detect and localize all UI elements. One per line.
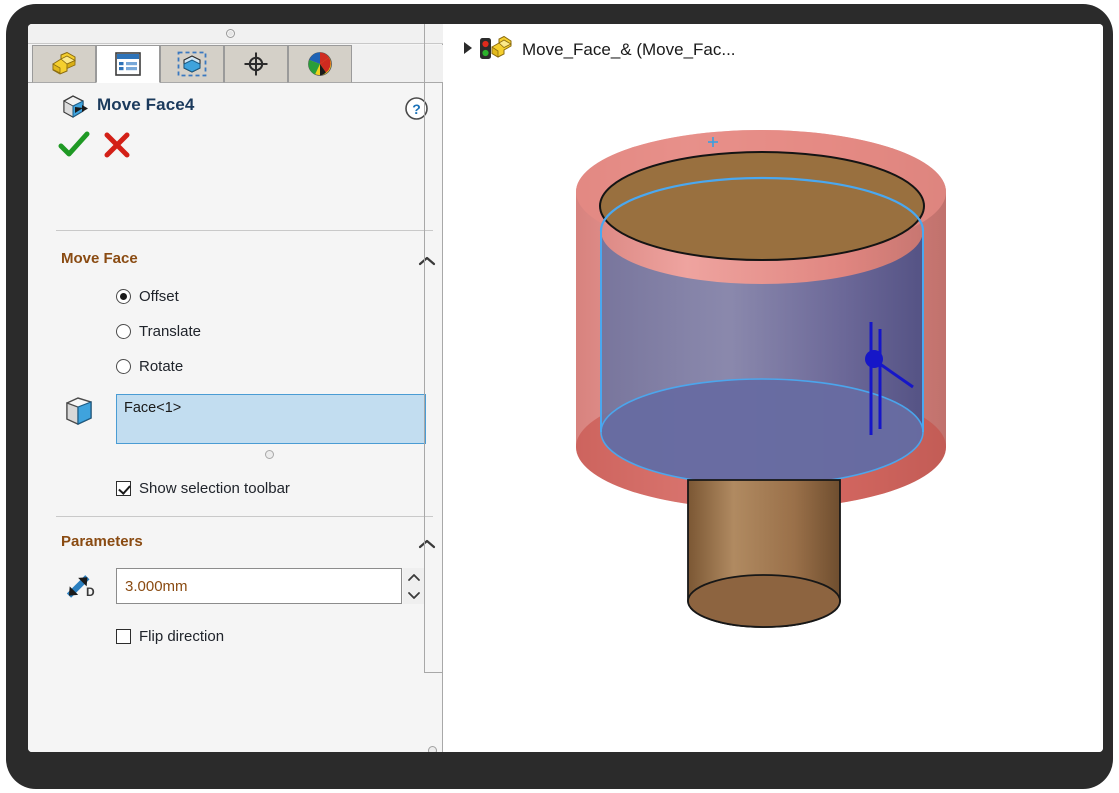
- group-header-parameters[interactable]: Parameters: [28, 529, 442, 559]
- configuration-cube-icon: [177, 51, 207, 77]
- svg-text:?: ?: [412, 101, 421, 117]
- checkbox-show-selection-toolbar[interactable]: Show selection toolbar: [116, 477, 290, 499]
- radio-offset-indicator[interactable]: [116, 288, 131, 304]
- tab-property-manager[interactable]: [96, 45, 160, 83]
- divider: [56, 230, 433, 231]
- radio-translate[interactable]: Translate: [116, 319, 201, 343]
- model-viewport[interactable]: [443, 24, 1103, 752]
- face-cube-icon: [64, 394, 98, 433]
- radio-offset-label: Offset: [139, 287, 179, 305]
- property-manager-panel: Move Face4 ? Move Face Offset Translate …: [28, 24, 443, 752]
- yellow-block-icon: [49, 52, 79, 76]
- tab-feature-manager[interactable]: [32, 45, 96, 83]
- panel-top-splitter[interactable]: [28, 24, 443, 44]
- color-sphere-icon: [307, 51, 333, 77]
- checkbox-flip-direction[interactable]: Flip direction: [116, 625, 224, 647]
- group-title-move-face: Move Face: [61, 250, 138, 267]
- application-canvas: Move Face4 ? Move Face Offset Translate …: [28, 24, 1103, 752]
- page-title: Move Face4: [97, 95, 195, 114]
- spinner-up-icon[interactable]: [403, 568, 425, 586]
- property-manager-actions: [28, 128, 442, 168]
- help-question-icon[interactable]: ?: [404, 96, 429, 126]
- checkbox-flip-direction-box[interactable]: [116, 628, 131, 644]
- radio-rotate-indicator[interactable]: [116, 358, 131, 374]
- radio-rotate-label: Rotate: [139, 357, 184, 375]
- graphics-area[interactable]: Move_Face_& (Move_Fac...: [443, 24, 1103, 752]
- selection-listbox[interactable]: Face<1>: [116, 394, 426, 444]
- window-bezel: Move Face4 ? Move Face Offset Translate …: [6, 4, 1113, 789]
- property-manager-header: Move Face4 ?: [28, 84, 442, 130]
- panel-bottom-fill: [28, 672, 425, 752]
- move-face-icon: [62, 94, 90, 125]
- checkbox-show-selection-toolbar-label: Show selection toolbar: [139, 479, 290, 497]
- distance-spinner[interactable]: [403, 568, 425, 604]
- tab-display-manager[interactable]: [288, 45, 352, 83]
- panel-edge-step: [424, 672, 443, 673]
- distance-input[interactable]: [116, 568, 402, 604]
- svg-text:D: D: [86, 585, 95, 599]
- group-header-move-face[interactable]: Move Face: [28, 246, 442, 276]
- manager-tab-strip: [28, 45, 443, 83]
- chevron-up-icon[interactable]: [418, 254, 436, 272]
- radio-translate-indicator[interactable]: [116, 323, 131, 339]
- ok-button[interactable]: [58, 130, 90, 165]
- checkbox-show-selection-toolbar-box[interactable]: [116, 480, 131, 496]
- selection-resize-handle-icon[interactable]: [265, 450, 274, 459]
- selection-item-face[interactable]: Face<1>: [124, 400, 418, 416]
- group-title-parameters: Parameters: [61, 533, 143, 550]
- spinner-down-icon[interactable]: [403, 586, 425, 604]
- crosshair-target-icon: [242, 51, 270, 77]
- tab-configuration-manager[interactable]: [160, 45, 224, 83]
- distance-d-icon: D: [62, 568, 100, 607]
- checkbox-flip-direction-label: Flip direction: [139, 627, 225, 645]
- property-list-icon: [115, 52, 141, 76]
- radio-rotate[interactable]: Rotate: [116, 354, 183, 378]
- radio-translate-label: Translate: [139, 322, 201, 340]
- chevron-up-icon[interactable]: [418, 537, 436, 555]
- divider: [56, 516, 433, 517]
- model-top-face: [599, 151, 925, 261]
- tab-dimxpert-manager[interactable]: [224, 45, 288, 83]
- panel-collapse-handle-icon[interactable]: [226, 29, 235, 38]
- model-lower-boss: [687, 479, 841, 628]
- panel-edge-upper: [424, 24, 425, 673]
- radio-offset[interactable]: Offset: [116, 284, 179, 308]
- cancel-button[interactable]: [102, 130, 132, 165]
- splitter-handle-icon[interactable]: [428, 746, 437, 752]
